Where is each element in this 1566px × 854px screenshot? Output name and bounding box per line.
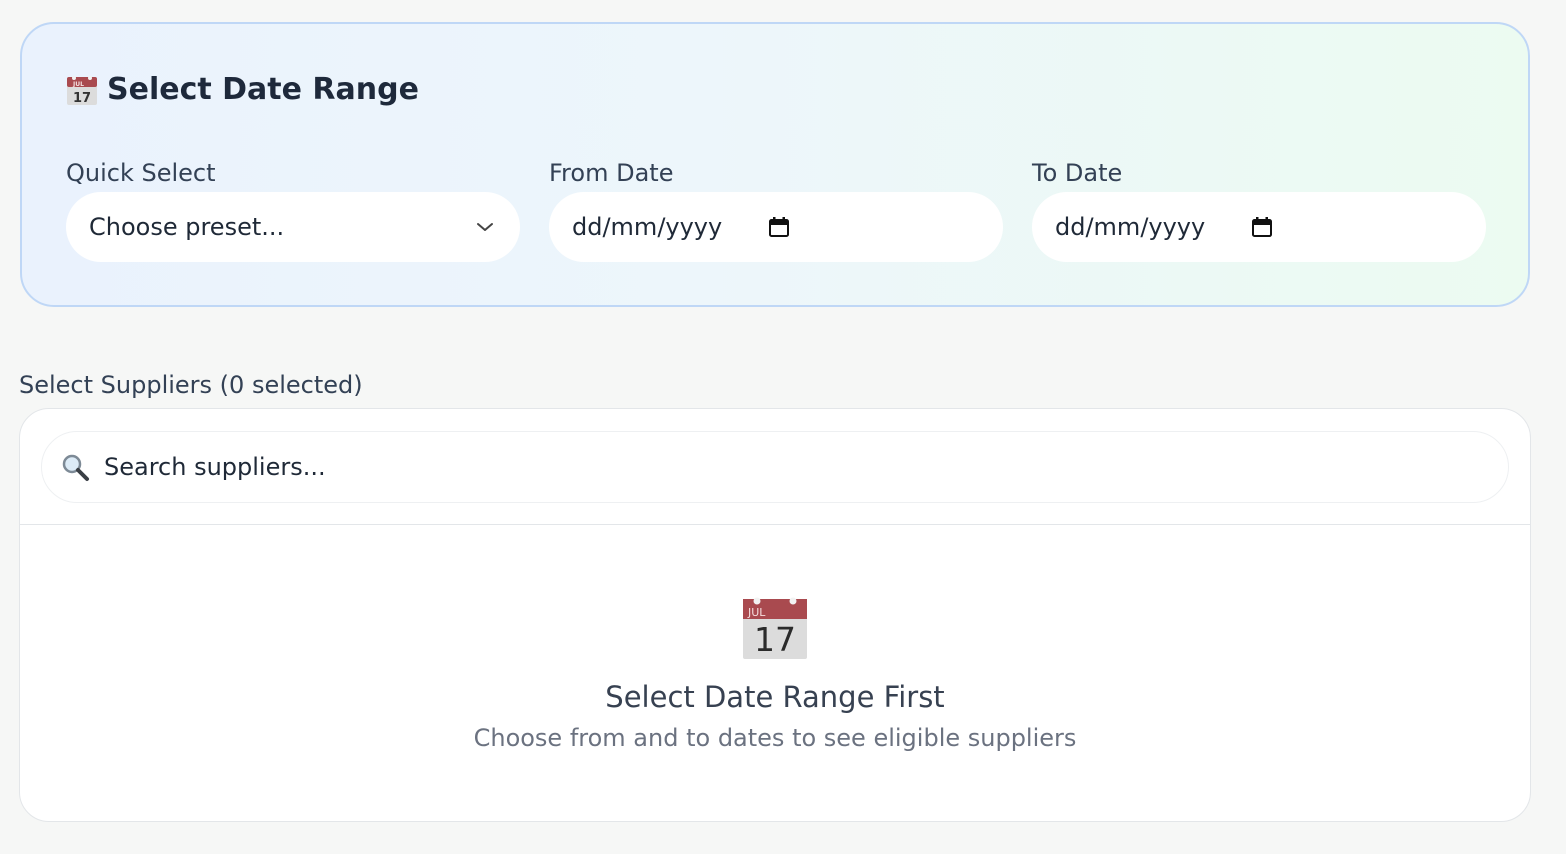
quick-select-label: Quick Select xyxy=(66,159,216,187)
quick-select-dropdown[interactable]: Choose preset... xyxy=(66,192,520,262)
supplier-search-input[interactable] xyxy=(102,452,1482,482)
empty-state-title: Select Date Range First xyxy=(605,680,945,714)
to-date-input[interactable]: dd/mm/yyyy xyxy=(1032,192,1486,262)
supplier-search-box[interactable] xyxy=(41,431,1509,503)
calendar-picker-icon[interactable] xyxy=(1251,216,1273,238)
date-range-heading: JUL 17 Select Date Range xyxy=(65,72,419,107)
empty-state-subtitle: Choose from and to dates to see eligible… xyxy=(473,724,1077,752)
date-range-title: Select Date Range xyxy=(107,72,419,107)
svg-text:17: 17 xyxy=(73,91,91,106)
calendar-icon: JUL 17 xyxy=(67,75,97,106)
chevron-down-icon xyxy=(477,223,493,231)
to-date-label: To Date xyxy=(1032,159,1123,187)
quick-select-value: Choose preset... xyxy=(89,213,285,241)
from-date-input[interactable]: dd/mm/yyyy xyxy=(549,192,1003,262)
suppliers-panel: JUL 17 Select Date Range First Choose fr… xyxy=(19,408,1531,822)
svg-text:JUL: JUL xyxy=(72,81,84,88)
svg-text:17: 17 xyxy=(754,620,796,659)
to-date-placeholder: dd/mm/yyyy xyxy=(1055,213,1206,241)
calendar-picker-icon[interactable] xyxy=(768,216,790,238)
quick-select-field: Quick Select Choose preset... xyxy=(66,154,520,262)
to-date-field: To Date dd/mm/yyyy xyxy=(1032,154,1486,262)
date-range-card: JUL 17 Select Date Range Quick Select Ch… xyxy=(20,22,1530,307)
from-date-placeholder: dd/mm/yyyy xyxy=(572,213,723,241)
svg-text:JUL: JUL xyxy=(747,606,766,619)
from-date-label: From Date xyxy=(549,159,674,187)
from-date-field: From Date dd/mm/yyyy xyxy=(549,154,1003,262)
search-icon xyxy=(62,454,89,481)
suppliers-label: Select Suppliers (0 selected) xyxy=(19,371,363,399)
calendar-icon: JUL 17 xyxy=(743,597,807,659)
supplier-search-area xyxy=(20,409,1530,525)
empty-state: JUL 17 Select Date Range First Choose fr… xyxy=(20,525,1530,821)
